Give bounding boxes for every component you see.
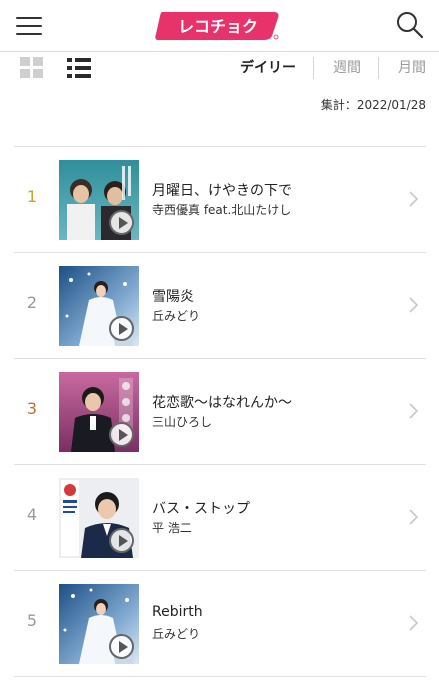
chevron-right-icon (409, 509, 418, 525)
song-artist: 丘みどり (152, 627, 201, 641)
tally-date: 集計：2022/01/28 (320, 98, 426, 112)
rank-number: 1 (26, 187, 38, 206)
song-title: Rebirth (152, 604, 203, 620)
song-title: バス・ストップ (152, 501, 250, 517)
album-jacket[interactable] (59, 372, 139, 452)
rank-number: 2 (26, 293, 38, 312)
tab-weekly[interactable]: 週間 (333, 58, 361, 78)
chevron-right-icon (409, 615, 418, 631)
ranking-row[interactable]: 1 月曜日、けやきの下で 寺西優真 feat.北山たけし (14, 147, 426, 253)
grid-view-icon[interactable] (20, 57, 44, 79)
play-icon[interactable] (109, 316, 134, 341)
song-artist: 寺西優真 feat.北山たけし (152, 203, 292, 217)
play-icon[interactable] (109, 634, 134, 659)
album-jacket[interactable] (59, 266, 139, 346)
list-view-icon[interactable] (67, 57, 91, 79)
recochoku-logo[interactable]: レコチョク (154, 10, 282, 42)
ranking-row[interactable]: 4 バス・ストップ 平 浩二 (14, 465, 426, 571)
play-icon[interactable] (109, 422, 134, 447)
album-jacket[interactable] (59, 478, 139, 558)
rank-number: 4 (26, 505, 38, 524)
album-jacket[interactable] (59, 584, 139, 664)
album-jacket[interactable] (59, 160, 139, 240)
ranking-row[interactable]: 3 花恋歌～はなれんか～ 三山ひろし (14, 359, 426, 465)
ranking-row[interactable]: 2 雪陽炎 丘みどり (14, 253, 426, 359)
song-artist: 三山ひろし (152, 415, 213, 429)
ranking-list: 1 月曜日、けやきの下で 寺西優真 feat.北山たけし 2 雪陽炎 丘みどり … (14, 146, 426, 677)
chevron-right-icon (409, 297, 418, 313)
tab-divider (313, 57, 314, 79)
play-icon[interactable] (109, 210, 134, 235)
play-icon[interactable] (109, 528, 134, 553)
tab-monthly[interactable]: 月間 (398, 58, 426, 78)
chevron-right-icon (409, 403, 418, 419)
app-header: レコチョク (0, 0, 439, 52)
song-artist: 丘みどり (152, 309, 201, 323)
logo-text: レコチョク (178, 17, 258, 36)
search-icon[interactable] (395, 10, 425, 40)
song-title: 雪陽炎 (152, 289, 194, 305)
song-title: 花恋歌～はなれんか～ (152, 395, 292, 411)
chevron-right-icon (409, 191, 418, 207)
song-artist: 平 浩二 (152, 521, 192, 535)
rank-number: 3 (26, 399, 38, 418)
tab-divider (378, 57, 379, 79)
hamburger-menu-icon[interactable] (14, 14, 44, 38)
rank-number: 5 (26, 611, 38, 630)
tab-daily[interactable]: デイリー (240, 58, 296, 78)
song-title: 月曜日、けやきの下で (152, 183, 292, 199)
ranking-row[interactable]: 5 Rebirth 丘みどり (14, 571, 426, 677)
